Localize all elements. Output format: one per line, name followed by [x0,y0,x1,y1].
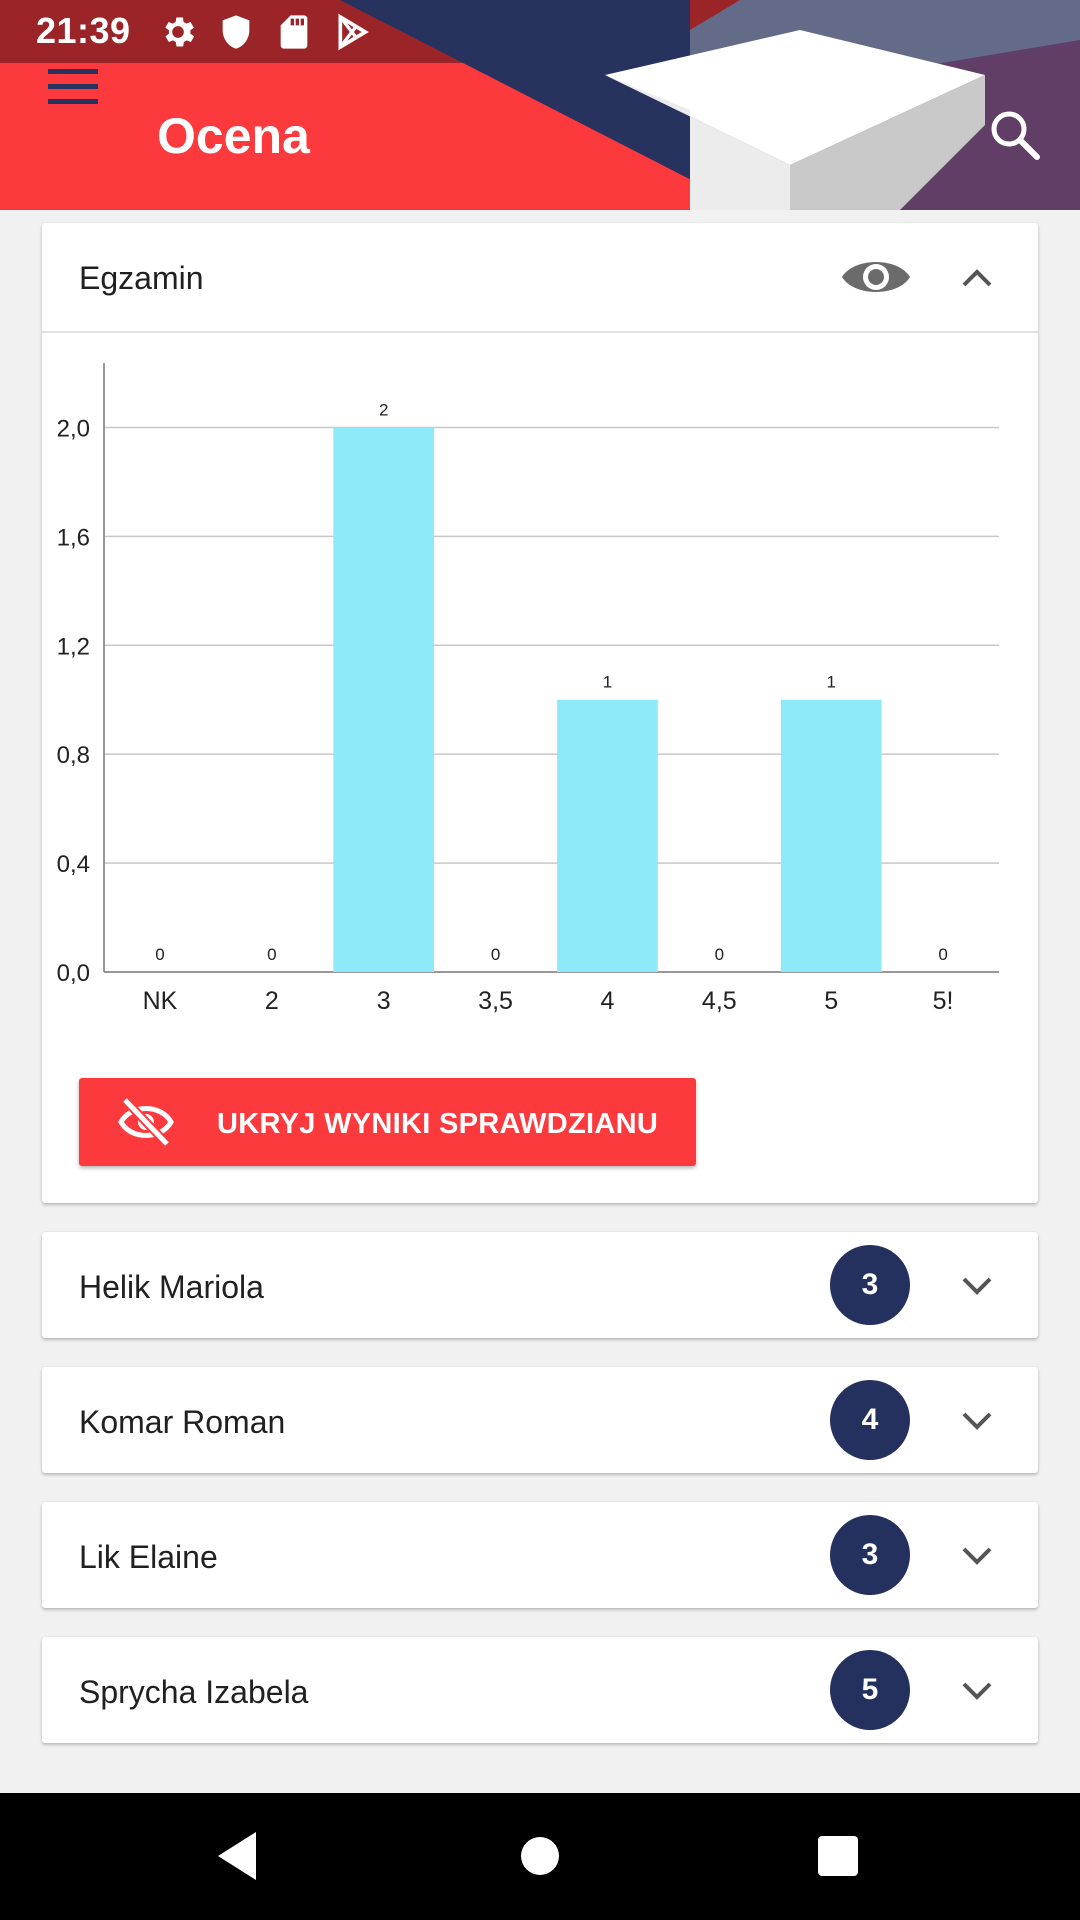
chevron-down-icon [962,1412,992,1430]
play-store-icon [338,13,369,51]
bar-value-label: 0 [715,945,724,964]
shield-icon [222,15,250,49]
student-card[interactable]: Helik Mariola 3 [42,1232,1038,1338]
expand-button[interactable] [952,1665,1002,1715]
back-button[interactable] [208,1826,268,1886]
student-card[interactable]: Lik Elaine 3 [42,1502,1038,1608]
x-tick-label: 4,5 [702,987,737,1015]
search-button[interactable] [985,105,1045,165]
student-name: Sprycha Izabela [79,1674,309,1710]
eye-icon [842,262,910,292]
grade-distribution-chart: 0,0 0,4 0,8 1,2 1,6 2,0 0 NK 0 2 2 3 0 3,5 1 4 0 4,5 1 5 0 5! [57,363,999,1015]
hide-results-label: UKRYJ WYNIKI SPRAWDZIANU [217,1108,659,1140]
x-tick-label: 4 [600,987,614,1015]
expand-button[interactable] [952,1530,1002,1580]
bar-value-label: 0 [491,945,500,964]
gear-icon [165,17,195,47]
x-tick-label: 2 [265,987,279,1015]
chart-bar [333,427,435,972]
x-tick-label: NK [143,987,178,1015]
bar-value-label: 1 [826,673,835,692]
x-tick-label: 3 [377,987,391,1015]
student-name: Komar Roman [79,1404,286,1440]
visibility-toggle-button[interactable] [840,249,912,305]
y-tick-label: 0,0 [57,960,90,987]
status-bar: 21:39 [0,0,1080,63]
student-name: Lik Elaine [79,1539,218,1575]
collapse-button[interactable] [952,253,1002,303]
search-icon [991,111,1040,160]
exam-card: Egzamin 0,0 0,4 0,8 1,2 1,6 2,0 0 NK 0 2 2 3 0 3,5 1 4 0… [42,223,1038,1203]
x-tick-label: 5 [824,987,838,1015]
student-name: Helik Mariola [79,1269,264,1305]
recents-button[interactable] [808,1826,868,1886]
bar-value-label: 0 [267,945,276,964]
sd-card-icon [280,15,308,49]
bar-value-label: 2 [379,400,388,419]
x-tick-label: 5! [933,987,954,1015]
y-tick-label: 1,2 [57,633,90,660]
menu-icon [48,69,98,104]
student-card[interactable]: Sprycha Izabela 5 [42,1637,1038,1743]
grade-badge: 3 [830,1245,910,1325]
battery-icon [1023,15,1041,49]
grade-badge: 5 [830,1650,910,1730]
hide-results-button[interactable]: UKRYJ WYNIKI SPRAWDZIANU [79,1078,696,1166]
grade-badge: 3 [830,1515,910,1595]
menu-button[interactable] [38,51,108,121]
wifi-icon [932,17,970,47]
back-icon [218,1832,256,1880]
y-tick-label: 0,8 [57,742,90,769]
chevron-down-icon [962,1682,992,1700]
bar-value-label: 0 [155,945,164,964]
bar-value-label: 0 [938,945,947,964]
signal-icon [975,15,1009,49]
grade-badge: 4 [830,1380,910,1460]
chevron-down-icon [962,1277,992,1295]
recents-icon [818,1836,858,1876]
expand-button[interactable] [952,1395,1002,1445]
chevron-up-icon [962,269,992,287]
chart-bar [780,699,882,972]
eye-off-icon [118,1096,174,1148]
bar-value-label: 1 [603,673,612,692]
home-button[interactable] [510,1826,570,1886]
page-title: Ocena [157,108,310,164]
exam-title: Egzamin [79,260,204,296]
chevron-down-icon [962,1547,992,1565]
y-tick-label: 1,6 [57,524,90,551]
home-icon [521,1837,559,1875]
exam-card-header[interactable]: Egzamin [42,223,1038,331]
student-card[interactable]: Komar Roman 4 [42,1367,1038,1473]
y-tick-label: 0,4 [57,851,90,878]
expand-button[interactable] [952,1260,1002,1310]
status-time: 21:39 [36,10,131,51]
card-divider [42,331,1038,333]
y-tick-label: 2,0 [57,415,90,442]
chart-bar [557,699,658,972]
x-tick-label: 3,5 [478,987,513,1015]
navigation-bar [0,1793,1080,1920]
